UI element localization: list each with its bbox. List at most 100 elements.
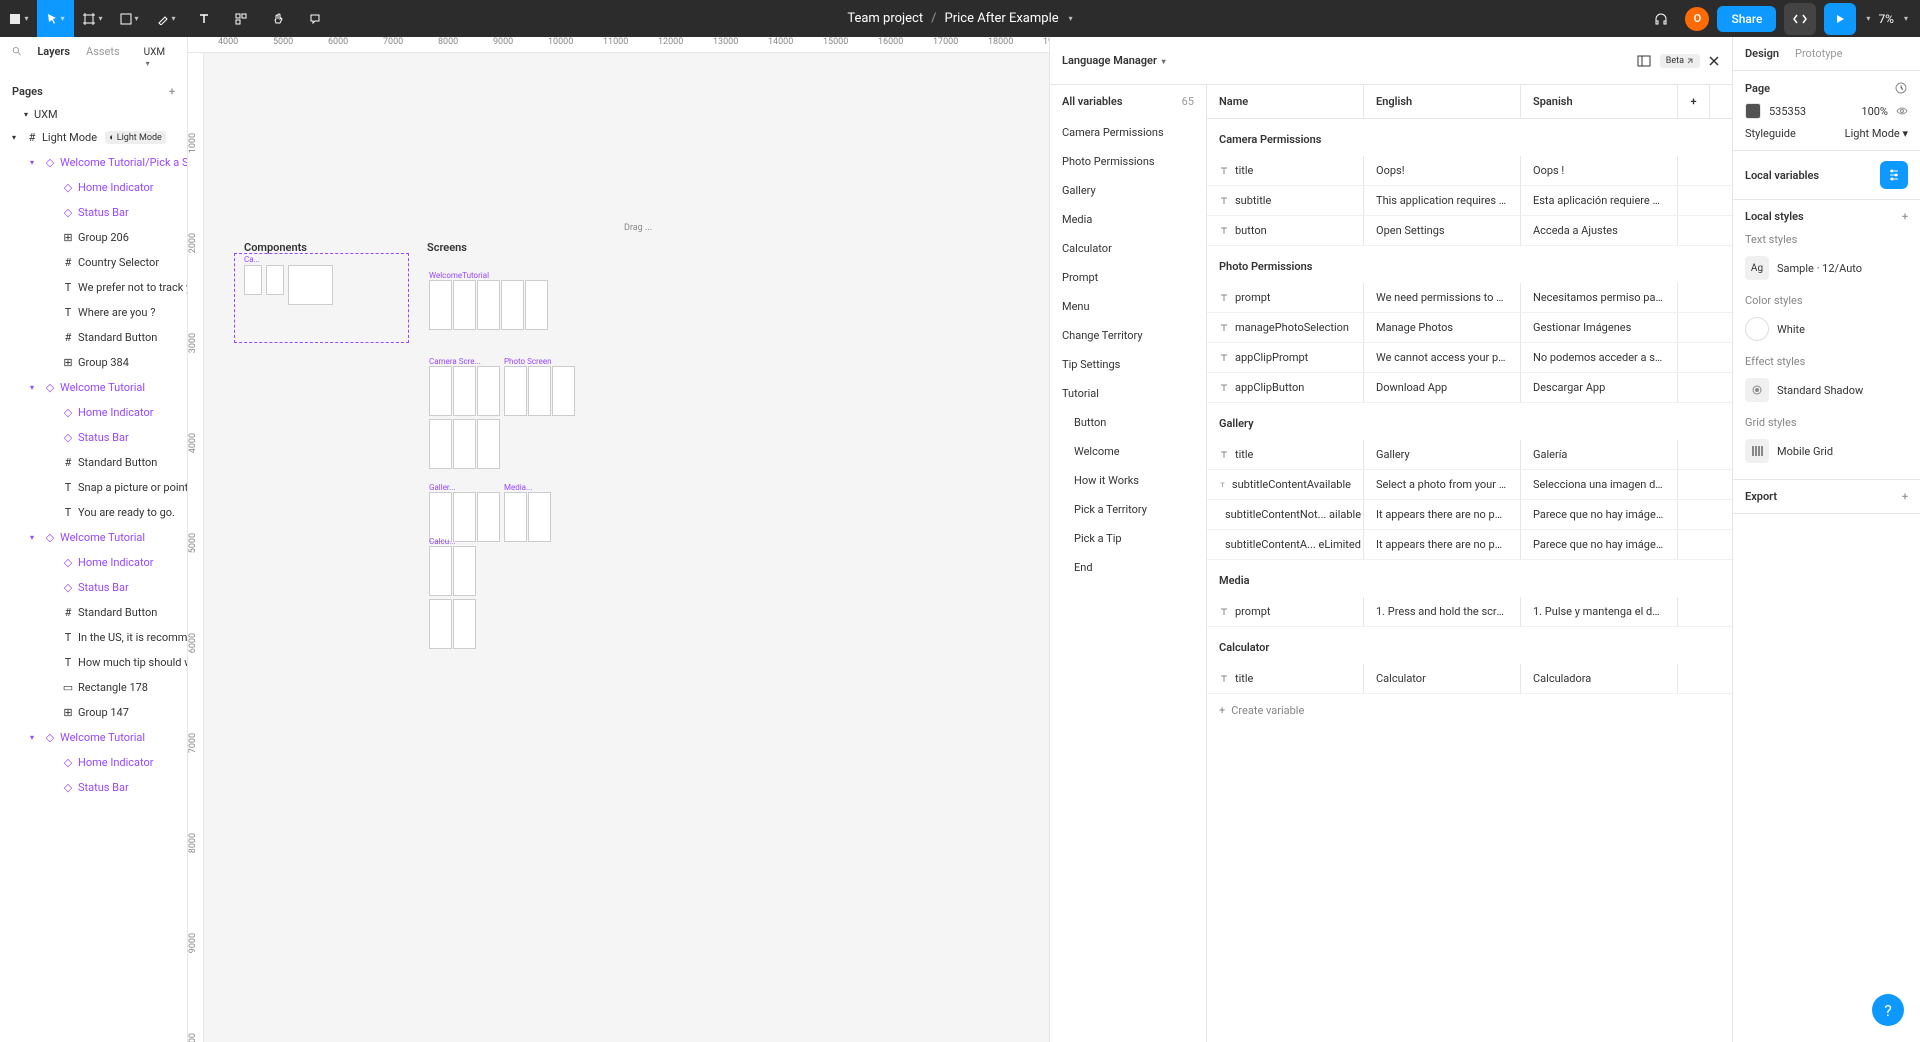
chevron-down-icon[interactable]: ▾ — [1162, 57, 1166, 66]
canvas-frame[interactable] — [429, 546, 452, 596]
styleguide-value[interactable]: Light Mode ▾ — [1845, 127, 1908, 140]
canvas-frame[interactable] — [552, 366, 575, 416]
canvas-frame[interactable] — [453, 546, 476, 596]
english-cell[interactable]: Gallery — [1364, 440, 1521, 469]
english-cell[interactable]: We need permissions to access y... — [1364, 283, 1521, 312]
group-item[interactable]: Tip Settings — [1050, 350, 1206, 379]
pen-tool-button[interactable]: ▾ — [148, 0, 185, 37]
canvas-frame[interactable] — [429, 280, 452, 330]
english-cell[interactable]: This application requires access — [1364, 186, 1521, 215]
layer-row[interactable]: ▾◇Welcome Tutorial — [0, 375, 187, 400]
canvas-frame[interactable] — [453, 492, 476, 542]
group-subitem[interactable]: Button — [1050, 408, 1206, 437]
layer-row[interactable]: ◇Status Bar — [0, 425, 187, 450]
canvas-frame[interactable] — [528, 492, 551, 542]
variable-row[interactable]: subtitleContentAvailableSelect a photo f… — [1207, 470, 1732, 500]
canvas-frame[interactable] — [477, 366, 500, 416]
canvas-frame[interactable] — [477, 492, 500, 542]
text-style-item[interactable]: Ag Sample · 12/Auto — [1745, 250, 1908, 286]
layer-row[interactable]: ▾◇Welcome Tutorial — [0, 525, 187, 550]
variable-row[interactable]: prompt1. Press and hold the screen to h.… — [1207, 597, 1732, 627]
layer-row[interactable]: ⊞Group 147 — [0, 700, 187, 725]
group-item[interactable]: Camera Permissions — [1050, 118, 1206, 147]
layer-row[interactable]: ▭Rectangle 178 — [0, 675, 187, 700]
spanish-cell[interactable]: Parece que no hay imágenes en — [1521, 500, 1678, 529]
layer-row[interactable]: TYou are ready to go. — [0, 500, 187, 525]
layer-row[interactable]: ⊞Group 384 — [0, 350, 187, 375]
canvas-frame[interactable] — [504, 492, 527, 542]
canvas-frame[interactable] — [266, 265, 284, 295]
move-tool-button[interactable]: ▾ — [37, 0, 74, 37]
chevron-down-icon[interactable]: ▾ — [1904, 14, 1908, 23]
layer-row[interactable]: ◇Home Indicator — [0, 400, 187, 425]
color-style-item[interactable]: White — [1745, 311, 1908, 347]
group-subitem[interactable]: Pick a Territory — [1050, 495, 1206, 524]
group-item[interactable]: Menu — [1050, 292, 1206, 321]
hand-tool-button[interactable] — [259, 0, 296, 37]
canvas-frame[interactable] — [429, 599, 452, 649]
variables-settings-button[interactable] — [1880, 161, 1908, 189]
tab-prototype[interactable]: Prototype — [1795, 47, 1842, 60]
add-export-button[interactable]: + — [1902, 490, 1908, 503]
english-cell[interactable]: Select a photo from your gallery — [1364, 470, 1521, 499]
text-tool-button[interactable] — [185, 0, 222, 37]
create-variable-button[interactable]: + Create variable — [1207, 694, 1732, 727]
variable-name-cell[interactable]: title — [1207, 440, 1364, 469]
group-item[interactable]: Photo Permissions — [1050, 147, 1206, 176]
english-cell[interactable]: 1. Press and hold the screen to h... — [1364, 597, 1521, 626]
zoom-level[interactable]: 7% — [1878, 12, 1894, 26]
variable-row[interactable]: titleOops!Oops ! — [1207, 156, 1732, 186]
variable-row[interactable]: subtitleContentNot... ailableIt appears … — [1207, 500, 1732, 530]
english-cell[interactable]: It appears there are no photos in — [1364, 500, 1521, 529]
search-icon[interactable] — [12, 45, 21, 57]
audio-button[interactable] — [1645, 3, 1677, 35]
english-cell[interactable]: Open Settings — [1364, 216, 1521, 245]
avatar[interactable]: O — [1685, 7, 1709, 31]
canvas-frame[interactable] — [528, 366, 551, 416]
variable-name-cell[interactable]: subtitleContentNot... ailable — [1207, 500, 1364, 529]
library-badge[interactable]: UXM ▾ — [136, 45, 175, 71]
canvas-frame[interactable] — [453, 599, 476, 649]
group-item[interactable]: Calculator — [1050, 234, 1206, 263]
bg-color-swatch[interactable] — [1745, 103, 1761, 119]
variable-name-cell[interactable]: appClipPrompt — [1207, 343, 1364, 372]
layer-row[interactable]: THow much tip should we ... — [0, 650, 187, 675]
present-button[interactable] — [1824, 3, 1856, 35]
tab-design[interactable]: Design — [1745, 47, 1779, 60]
variable-name-cell[interactable]: subtitle — [1207, 186, 1364, 215]
variable-row[interactable]: subtitleThis application requires access… — [1207, 186, 1732, 216]
breadcrumb-file[interactable]: Price After Example — [945, 11, 1059, 26]
comment-tool-button[interactable] — [296, 0, 333, 37]
close-icon[interactable] — [1708, 55, 1720, 67]
variable-row[interactable]: titleGalleryGalería — [1207, 440, 1732, 470]
page-item[interactable]: ▾ UXM — [0, 104, 187, 125]
canvas-frame[interactable] — [477, 280, 500, 330]
breadcrumb-team[interactable]: Team project — [847, 11, 923, 26]
variable-name-cell[interactable]: subtitleContentAvailable — [1207, 470, 1364, 499]
layer-row[interactable]: TWe prefer not to track you... — [0, 275, 187, 300]
canvas-frame[interactable] — [429, 492, 452, 542]
layer-row[interactable]: ▾◇Welcome Tutorial/Pick a State — [0, 150, 187, 175]
variable-name-cell[interactable]: managePhotoSelection — [1207, 313, 1364, 342]
variable-row[interactable]: subtitleContentA... eLimitedIt appears t… — [1207, 530, 1732, 560]
dev-mode-button[interactable] — [1784, 3, 1816, 35]
canvas-frame[interactable] — [453, 366, 476, 416]
variable-name-cell[interactable]: appClipButton — [1207, 373, 1364, 402]
variable-name-cell[interactable]: title — [1207, 156, 1364, 185]
canvas-frame[interactable] — [244, 265, 262, 295]
variable-row[interactable]: appClipPromptWe cannot access your photo… — [1207, 343, 1732, 373]
resources-button[interactable] — [222, 0, 259, 37]
variable-name-cell[interactable]: button — [1207, 216, 1364, 245]
shape-tool-button[interactable]: ▾ — [111, 0, 148, 37]
layer-row[interactable]: ◇Status Bar — [0, 200, 187, 225]
share-button[interactable]: Share — [1717, 6, 1776, 32]
spanish-cell[interactable]: Gestionar Imágenes — [1521, 313, 1678, 342]
variable-name-cell[interactable]: prompt — [1207, 597, 1364, 626]
variable-name-cell[interactable]: title — [1207, 664, 1364, 693]
english-cell[interactable]: Download App — [1364, 373, 1521, 402]
tab-assets[interactable]: Assets — [86, 45, 120, 71]
variable-name-cell[interactable]: subtitleContentA... eLimited — [1207, 530, 1364, 559]
layer-row[interactable]: #Country Selector — [0, 250, 187, 275]
layer-row[interactable]: ▾◇Welcome Tutorial — [0, 725, 187, 750]
canvas-frame[interactable] — [288, 265, 333, 305]
